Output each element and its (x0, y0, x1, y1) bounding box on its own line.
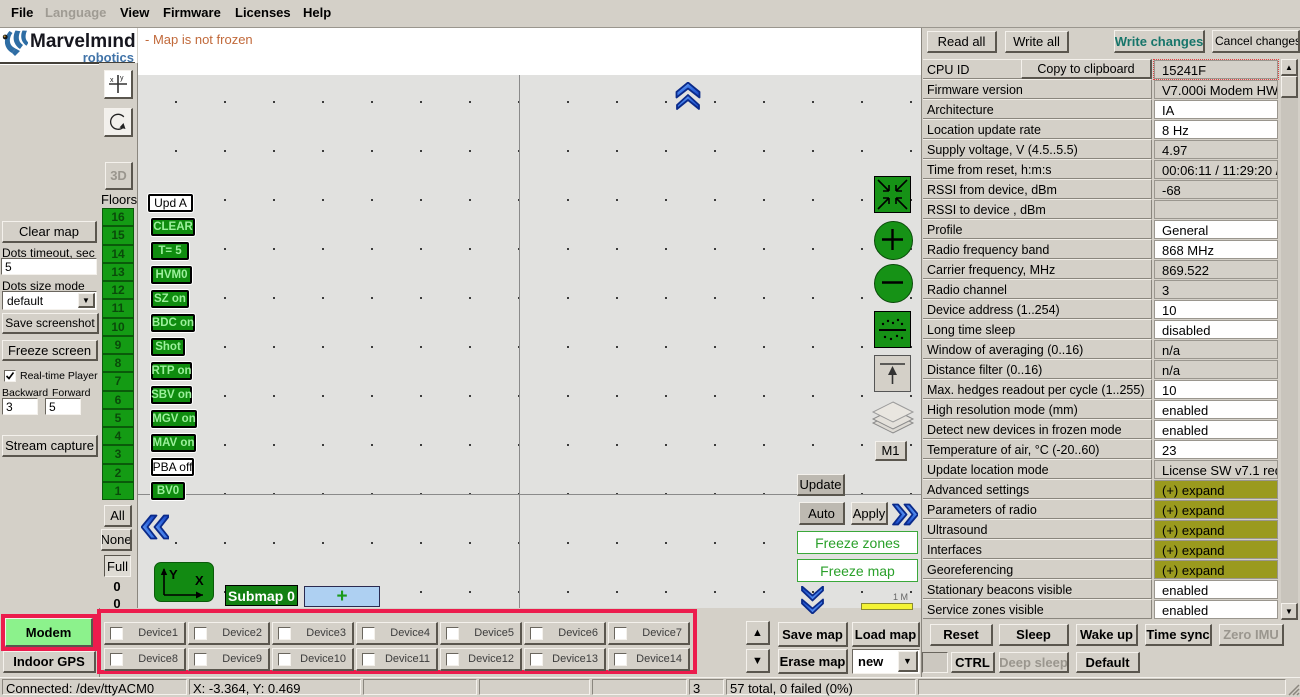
svg-text:y: y (120, 75, 124, 82)
svg-text:Y: Y (169, 567, 178, 582)
svg-text:x: x (110, 77, 114, 84)
svg-text:X: X (195, 573, 204, 588)
